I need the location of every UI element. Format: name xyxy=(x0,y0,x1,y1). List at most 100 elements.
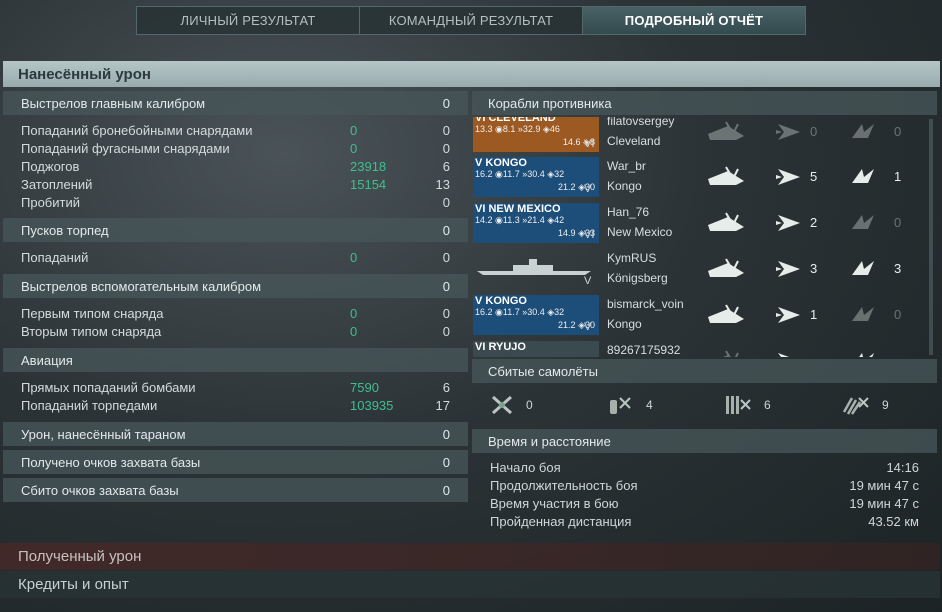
stat-row: Попаданий 0 0 xyxy=(3,248,468,266)
time-value: 19 мин 47 с xyxy=(849,477,919,493)
plane-stat: 0 xyxy=(490,394,533,416)
stat-value: 0 xyxy=(442,305,450,321)
report-tabs: ЛИЧНЫЙ РЕЗУЛЬТАТ КОМАНДНЫЙ РЕЗУЛЬТАТ ПОД… xyxy=(136,6,806,35)
ship-card: V KONGO 16.2 ◉11.7 »30.4 ◈32 21.2 ◈30 xyxy=(473,157,599,197)
stat-row: Затоплений 15154 13 xyxy=(3,175,468,193)
section-value: 0 xyxy=(442,278,450,294)
plane-stat: 9 xyxy=(842,394,889,416)
ship-card-name: V KONGO xyxy=(475,295,527,307)
fire-icon xyxy=(776,169,800,185)
enemy-ship-row[interactable]: VI RYUJO 89267175932 xyxy=(472,341,928,357)
enemy-ships-list[interactable]: VI CLEVELAND 13.3 ◉8.1 »32.9 ◈46 14.6 ◈8 VI… xyxy=(472,117,928,357)
section-label: Сбито очков захвата базы xyxy=(21,482,179,498)
flood-icon xyxy=(859,353,874,357)
flood-count: 0 xyxy=(894,307,902,322)
time-label: Начало боя xyxy=(490,459,561,475)
stat-row: Пробитий 0 xyxy=(3,193,468,211)
ship-name: New Mexico xyxy=(607,225,673,239)
section-label: Выстрелов вспомогательным калибром xyxy=(21,278,262,294)
bomb-icon xyxy=(610,397,631,414)
enemy-ship-row[interactable]: V KONGO 16.2 ◉11.7 »30.4 ◈32 21.2 ◈30 V War… xyxy=(472,157,928,203)
time-label: Продолжительность боя xyxy=(490,477,638,493)
section-label: Пусков торпед xyxy=(21,222,109,238)
stat-label: Затоплений xyxy=(21,176,93,192)
stat-row: Попаданий торпедами 103935 17 xyxy=(3,396,468,414)
fire-count: 1 xyxy=(810,307,818,322)
time-value: 43.52 км xyxy=(868,513,919,529)
time-row: Пройденная дистанция 43.52 км xyxy=(472,512,937,530)
stat-value: 6 xyxy=(442,158,450,174)
stat-value: 0 xyxy=(442,249,450,265)
stat-damage: 0 xyxy=(350,305,358,321)
fire-count: 5 xyxy=(810,169,818,184)
stat-label: Прямых попаданий бомбами xyxy=(21,379,196,395)
time-row: Время участия в бою 19 мин 47 с xyxy=(472,494,937,512)
flood-icon xyxy=(852,307,874,321)
plane-stat: 4 xyxy=(608,394,653,416)
ship-name: Königsberg xyxy=(607,271,668,285)
destroyed-icon xyxy=(708,258,744,277)
enemy-ship-row[interactable]: VI NEW MEXICO 14.2 ◉11.3 »21.4 ◈42 14.9 ◈3… xyxy=(472,203,928,249)
flood-icon xyxy=(852,215,874,229)
ship-silhouette-icon xyxy=(477,259,591,275)
section-label: Авиация xyxy=(21,352,73,368)
stat-label: Попаданий торпедами xyxy=(21,397,158,413)
planes-panel: 0 4 6 9 xyxy=(472,390,928,422)
stat-row: Прямых попаданий бомбами 7590 6 xyxy=(3,378,468,396)
fire-icon xyxy=(776,307,800,323)
enemy-ship-row[interactable]: VI CLEVELAND 13.3 ◉8.1 »32.9 ◈46 14.6 ◈8 VI… xyxy=(472,117,928,158)
stat-damage: 15154 xyxy=(350,176,387,192)
stat-damage: 23918 xyxy=(350,158,387,174)
received-damage-header[interactable]: Полученный урон xyxy=(0,543,940,570)
stat-value: 0 xyxy=(442,122,450,138)
fire-icon xyxy=(776,124,800,140)
section-value: 0 xyxy=(442,426,450,442)
tab-personal[interactable]: ЛИЧНЫЙ РЕЗУЛЬТАТ xyxy=(137,7,360,34)
stat-damage: 0 xyxy=(350,323,358,339)
stat-damage: 0 xyxy=(350,122,358,138)
stat-value: 17 xyxy=(435,397,450,413)
player-name: bismarck_voin xyxy=(607,297,684,311)
stat-value: 0 xyxy=(442,140,450,156)
plane-count: 4 xyxy=(646,398,653,412)
ship-card-name: VI NEW MEXICO xyxy=(475,203,561,215)
ram-damage-row: Урон, нанесённый тараном 0 xyxy=(3,422,468,446)
ship-tier: V xyxy=(584,183,592,195)
torpedo-bomber-icon xyxy=(726,396,751,414)
fire-count: 2 xyxy=(810,215,818,230)
ship-card-stats: 16.2 ◉11.7 »30.4 ◈32 xyxy=(475,169,565,179)
cap-gain-row: Получено очков захвата базы 0 xyxy=(3,450,468,474)
section-label: Урон, нанесённый тараном xyxy=(21,426,186,442)
enemy-ship-row[interactable]: V KONGO 16.2 ◉11.7 »30.4 ◈32 21.2 ◈30 V bis… xyxy=(472,295,928,341)
flood-count: 3 xyxy=(894,261,902,276)
credits-exp-header[interactable]: Кредиты и опыт xyxy=(0,571,940,598)
section-value: 0 xyxy=(442,222,450,238)
torpedo-section: Пусков торпед 0 xyxy=(3,218,468,242)
flood-count: 1 xyxy=(894,169,902,184)
section-label: Выстрелов главным калибром xyxy=(21,95,206,111)
destroyed-icon xyxy=(723,350,739,357)
secondary-section: Выстрелов вспомогательным калибром 0 xyxy=(3,274,468,298)
time-row: Продолжительность боя 19 мин 47 с xyxy=(472,476,937,494)
flood-count: 0 xyxy=(894,215,902,230)
player-name: Han_76 xyxy=(607,205,650,219)
damage-dealt-header[interactable]: Нанесённый урон xyxy=(3,61,940,87)
stat-damage: 103935 xyxy=(350,397,394,413)
tab-team[interactable]: КОМАНДНЫЙ РЕЗУЛЬТАТ xyxy=(360,7,583,34)
stat-label: Попаданий бронебойными снарядами xyxy=(21,122,253,138)
fire-count: 0 xyxy=(810,124,818,139)
stat-row: Попаданий бронебойными снарядами 0 0 xyxy=(3,121,468,139)
stat-label: Попаданий фугасными снарядами xyxy=(21,140,230,156)
stat-damage: 0 xyxy=(350,249,358,265)
stat-damage: 0 xyxy=(350,140,358,156)
tab-detailed[interactable]: ПОДРОБНЫЙ ОТЧЁТ xyxy=(583,7,805,34)
enemy-list-scrollbar[interactable] xyxy=(929,119,933,355)
ship-card-name: V KONGO xyxy=(475,157,527,169)
enemy-ship-row[interactable]: V KymRUS Königsberg 3 3 xyxy=(472,249,928,295)
fighter-icon xyxy=(492,395,512,415)
ship-card: VI RYUJO xyxy=(473,341,599,357)
stat-damage: 7590 xyxy=(350,379,379,395)
enemy-ships-header: Корабли противника xyxy=(472,91,937,115)
stat-row: Первым типом снаряда 0 0 xyxy=(3,304,468,322)
player-name: 89267175932 xyxy=(607,343,681,357)
